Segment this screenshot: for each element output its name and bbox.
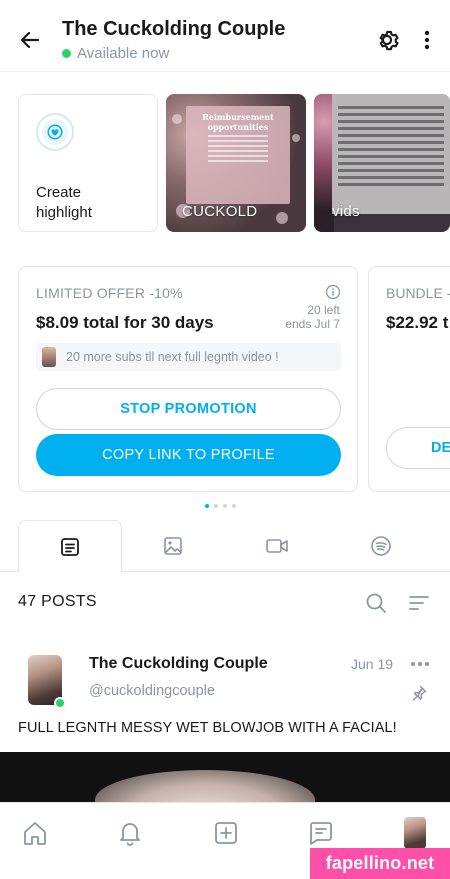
promotion-price: $22.92 t	[386, 313, 449, 332]
promotion-kicker: LIMITED OFFER -10%	[36, 285, 183, 301]
photos-icon	[164, 537, 182, 555]
cover-line	[208, 160, 268, 162]
bell-icon[interactable]	[114, 817, 146, 849]
highlight-cover-title: Reimbursement opportunities	[202, 112, 274, 132]
sheet-line	[338, 162, 444, 165]
promotion-remaining: 20 left	[307, 303, 340, 317]
avatar	[42, 347, 56, 367]
highlight-cover-sheet	[332, 94, 450, 214]
highlight-vids[interactable]: vids	[314, 94, 450, 232]
sheet-line	[338, 169, 444, 172]
more-horizontal-icon[interactable]	[408, 656, 432, 672]
carousel-pager	[205, 504, 236, 508]
pager-dot[interactable]	[232, 504, 236, 508]
promotion-kicker: BUNDLE -	[386, 285, 450, 301]
sheet-line	[338, 141, 444, 144]
cover-line	[208, 145, 268, 147]
post-text: FULL LEGNTH MESSY WET BLOWJOB WITH A FAC…	[18, 720, 397, 736]
plus-square-icon[interactable]	[210, 817, 242, 849]
sheet-line	[338, 120, 444, 123]
pin-icon[interactable]	[410, 684, 428, 702]
sparkle-decoration	[292, 134, 300, 142]
highlight-cover-card: Reimbursement opportunities	[186, 106, 290, 204]
tab-posts[interactable]	[18, 520, 122, 573]
profile-avatar[interactable]	[404, 817, 426, 849]
sheet-line	[338, 155, 444, 158]
post-handle[interactable]: @cuckoldingcouple	[89, 683, 215, 699]
cover-line	[208, 155, 268, 157]
sort-icon[interactable]	[407, 591, 431, 615]
copy-link-button[interactable]: COPY LINK TO PROFILE	[36, 434, 341, 476]
flowers-decoration	[314, 94, 334, 232]
posts-count: 47 POSTS	[18, 593, 97, 610]
sheet-line	[338, 127, 444, 130]
promotion-ends: ends Jul 7	[285, 317, 340, 331]
promotion-next-button[interactable]: DE	[386, 427, 450, 469]
highlight-cuckold[interactable]: Reimbursement opportunities CUCKOLD	[166, 94, 306, 232]
sheet-line	[338, 183, 444, 186]
info-icon[interactable]	[325, 284, 341, 300]
cover-line	[208, 150, 268, 152]
promotion-card-next[interactable]: BUNDLE - $22.92 t DE	[368, 266, 450, 492]
promotion-message: 20 more subs tll next full legnth video …	[36, 343, 341, 371]
posts-icon	[61, 537, 79, 556]
create-highlight-label: Create highlight	[36, 184, 92, 221]
promotion-message-text: 20 more subs tll next full legnth video …	[66, 350, 279, 364]
page-title: The Cuckolding Couple	[62, 18, 286, 40]
arrow-left-icon[interactable]	[16, 26, 44, 54]
sheet-line	[338, 176, 444, 179]
sparkle-decoration	[172, 114, 182, 124]
highlight-label: CUCKOLD	[182, 203, 258, 220]
sheet-line	[338, 106, 444, 109]
heart-icon	[42, 119, 68, 145]
top-bar: The Cuckolding Couple Available now	[0, 0, 450, 72]
online-status: Available now	[62, 45, 169, 62]
tab-audio[interactable]	[329, 520, 433, 572]
post-image	[95, 770, 315, 802]
sheet-line	[338, 134, 444, 137]
highlight-ring	[36, 113, 74, 151]
status-text: Available now	[77, 45, 170, 62]
home-icon[interactable]	[19, 817, 51, 849]
promotion-card: LIMITED OFFER -10% $8.09 total for 30 da…	[18, 266, 358, 492]
post-date: Jun 19	[351, 656, 394, 672]
videos-icon	[266, 539, 288, 553]
tab-videos[interactable]	[225, 520, 329, 572]
gear-icon[interactable]	[373, 26, 401, 54]
post-author[interactable]: The Cuckolding Couple	[89, 655, 268, 673]
sparkle-decoration	[276, 212, 288, 224]
online-dot-icon	[62, 49, 71, 58]
sheet-line	[338, 148, 444, 151]
create-highlight-button[interactable]: Create highlight	[18, 94, 158, 232]
pager-dot[interactable]	[214, 504, 218, 508]
sheet-line	[338, 113, 444, 116]
cover-line	[208, 140, 268, 142]
promotion-price: $8.09 total for 30 days	[36, 313, 214, 332]
watermark: fapellino.net	[310, 848, 450, 879]
online-dot-icon	[54, 697, 66, 709]
messages-icon[interactable]	[305, 817, 337, 849]
audio-icon	[371, 536, 391, 556]
highlight-label: vids	[332, 203, 360, 220]
avatar[interactable]	[28, 655, 66, 709]
cover-line	[208, 135, 268, 137]
more-vertical-icon[interactable]	[414, 26, 440, 54]
stop-promotion-button[interactable]: STOP PROMOTION	[36, 388, 341, 430]
content-tabs	[0, 520, 450, 573]
search-icon[interactable]	[364, 591, 388, 615]
tab-photos[interactable]	[121, 520, 225, 572]
pager-dot-active[interactable]	[205, 504, 209, 508]
post-media[interactable]	[0, 752, 450, 802]
pager-dot[interactable]	[223, 504, 227, 508]
